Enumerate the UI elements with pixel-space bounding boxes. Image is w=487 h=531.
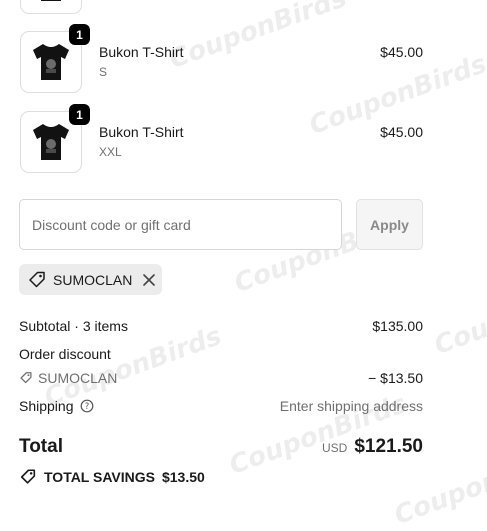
tshirt-icon <box>33 44 69 80</box>
product-variant: S <box>99 65 108 79</box>
svg-text:?: ? <box>84 402 89 412</box>
total-currency: USD <box>321 441 348 455</box>
subtotal-label: Subtotal · 3 items <box>19 318 128 334</box>
tshirt-icon <box>33 124 69 160</box>
product-price: $45.00 <box>380 124 423 140</box>
order-discount-label: Order discount <box>19 346 111 362</box>
help-icon[interactable]: ? <box>80 399 94 413</box>
previous-item-thumbnail <box>20 0 82 14</box>
discount-code-input[interactable] <box>19 199 342 250</box>
shipping-label: Shipping <box>19 398 74 414</box>
apply-button[interactable]: Apply <box>356 199 423 250</box>
total-savings: TOTAL SAVINGS $13.50 <box>19 468 205 486</box>
total-label: Total <box>19 436 63 457</box>
watermark: CouponBirds <box>165 0 351 75</box>
applied-discount-chip: SUMOCLAN <box>19 264 162 295</box>
total-savings-label: TOTAL SAVINGS <box>44 469 155 485</box>
tag-icon <box>20 372 32 384</box>
shipping-row-label: Shipping ? <box>19 398 94 414</box>
tshirt-icon <box>41 0 61 1</box>
product-name: Bukon T-Shirt <box>99 124 184 140</box>
product-variant: XXL <box>99 145 122 159</box>
quantity-badge: 1 <box>69 24 90 45</box>
product-name: Bukon T-Shirt <box>99 44 184 60</box>
total-savings-value: $13.50 <box>161 469 205 485</box>
total-value: $121.50 <box>354 436 423 457</box>
remove-discount-icon[interactable] <box>142 273 156 287</box>
total-amount: USD $121.50 <box>322 436 423 458</box>
subtotal-value: $135.00 <box>372 318 423 334</box>
order-discount-code-row: SUMOCLAN <box>19 370 117 386</box>
tag-icon <box>29 271 45 287</box>
product-price: $45.00 <box>380 44 423 60</box>
watermark: CouponBirds <box>430 269 487 361</box>
shipping-value: Enter shipping address <box>279 398 423 414</box>
applied-discount-code: SUMOCLAN <box>53 271 133 288</box>
order-discount-value: − $13.50 <box>368 370 423 386</box>
quantity-badge: 1 <box>69 104 90 125</box>
order-discount-code: SUMOCLAN <box>38 370 118 386</box>
tag-icon <box>20 469 36 484</box>
